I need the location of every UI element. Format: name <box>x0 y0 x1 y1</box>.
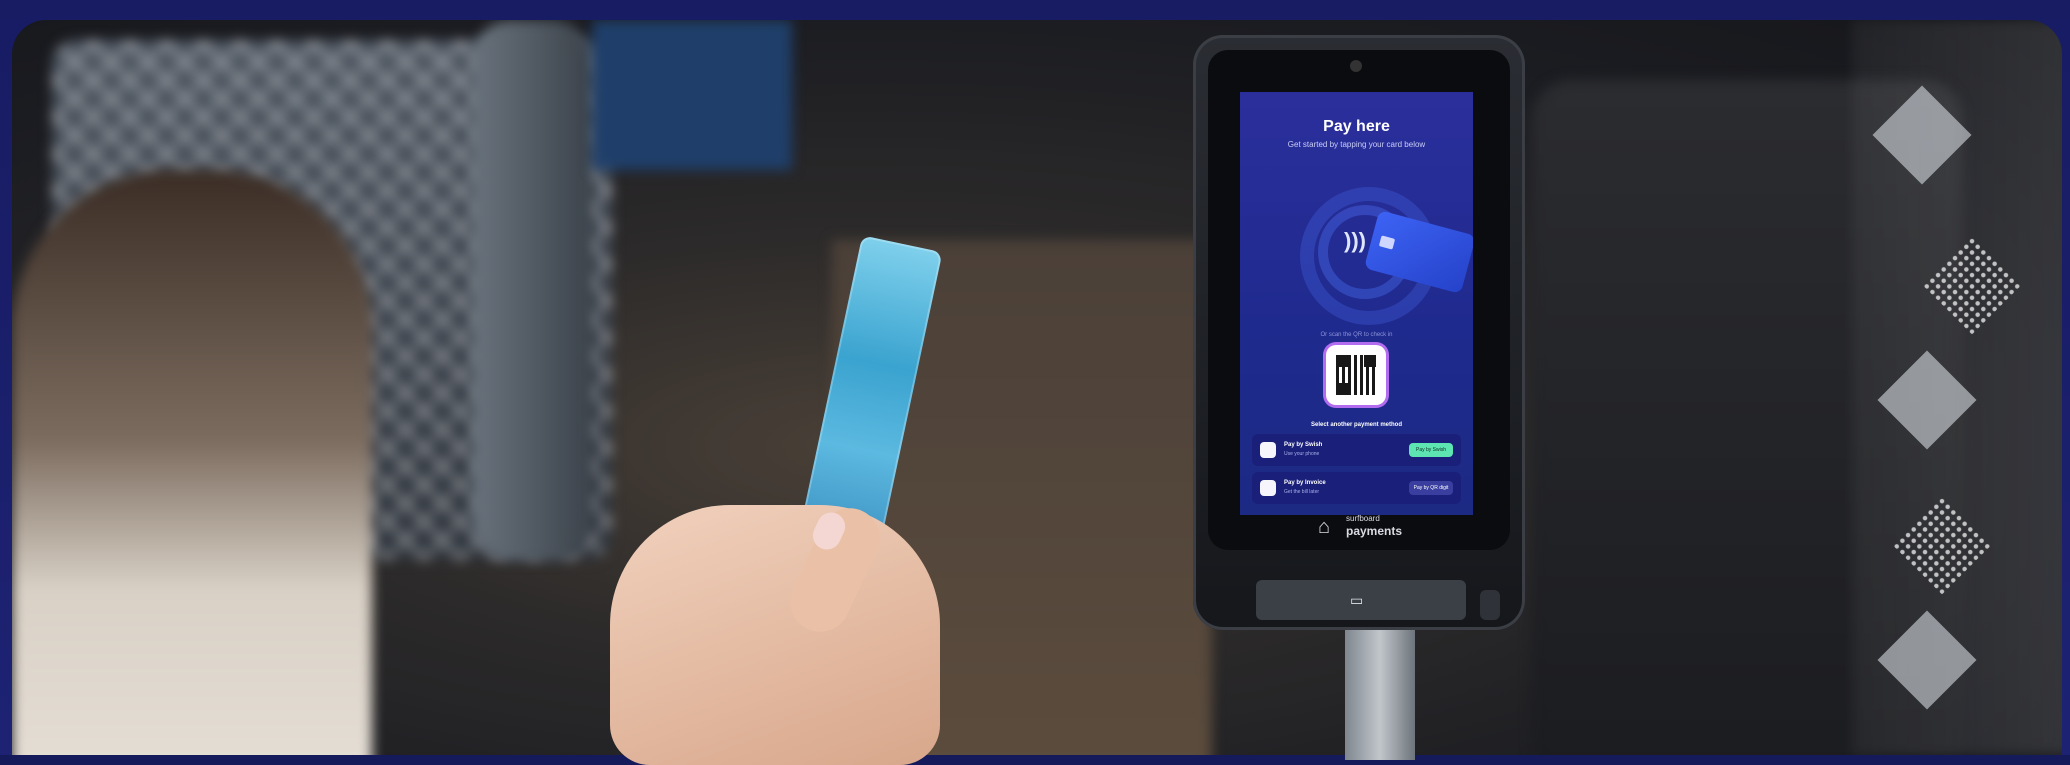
qr-label: Or scan the QR to check in <box>1320 332 1393 338</box>
option-swish[interactable]: Pay by Swish Use your phone Pay by Swish <box>1252 434 1461 466</box>
option-desc: Get the bill later <box>1284 489 1320 495</box>
brand-line2: payments <box>1346 524 1403 538</box>
invoice-button[interactable]: Pay by QR digit <box>1409 481 1453 495</box>
blue-background <box>592 20 792 170</box>
contactless-icon: ))) <box>1344 228 1366 253</box>
option-title: Pay by Swish <box>1284 442 1323 448</box>
seat-rail <box>472 20 592 560</box>
brand-line1: surfboard <box>1346 514 1380 523</box>
terminal-camera <box>1350 60 1362 72</box>
pay-title: Pay here <box>1323 118 1390 135</box>
swish-button[interactable]: Pay by Swish <box>1409 443 1453 457</box>
option-invoice[interactable]: Pay by Invoice Get the bill later Pay by… <box>1252 472 1461 504</box>
pay-subtitle: Get started by tapping your card below <box>1287 140 1426 149</box>
passenger <box>12 170 372 755</box>
terminal-brand: ⌂ surfboard payments <box>1318 512 1418 540</box>
terminal-side-button <box>1480 590 1500 620</box>
photo <box>12 20 2062 755</box>
qr-code-icon <box>1336 355 1376 395</box>
terminal-pole <box>1345 610 1415 760</box>
option-title: Pay by Invoice <box>1284 480 1326 486</box>
surfboard-logo-icon: ⌂ <box>1318 516 1331 538</box>
option-desc: Use your phone <box>1284 451 1320 457</box>
hand <box>610 505 940 765</box>
alternative-label: Select another payment method <box>1310 422 1403 428</box>
card-reader-icon: ▭ <box>1350 592 1364 608</box>
invoice-icon <box>1260 480 1276 496</box>
terminal-screen: Pay here Get started by tapping your car… <box>1240 92 1473 515</box>
swish-icon <box>1260 442 1276 458</box>
